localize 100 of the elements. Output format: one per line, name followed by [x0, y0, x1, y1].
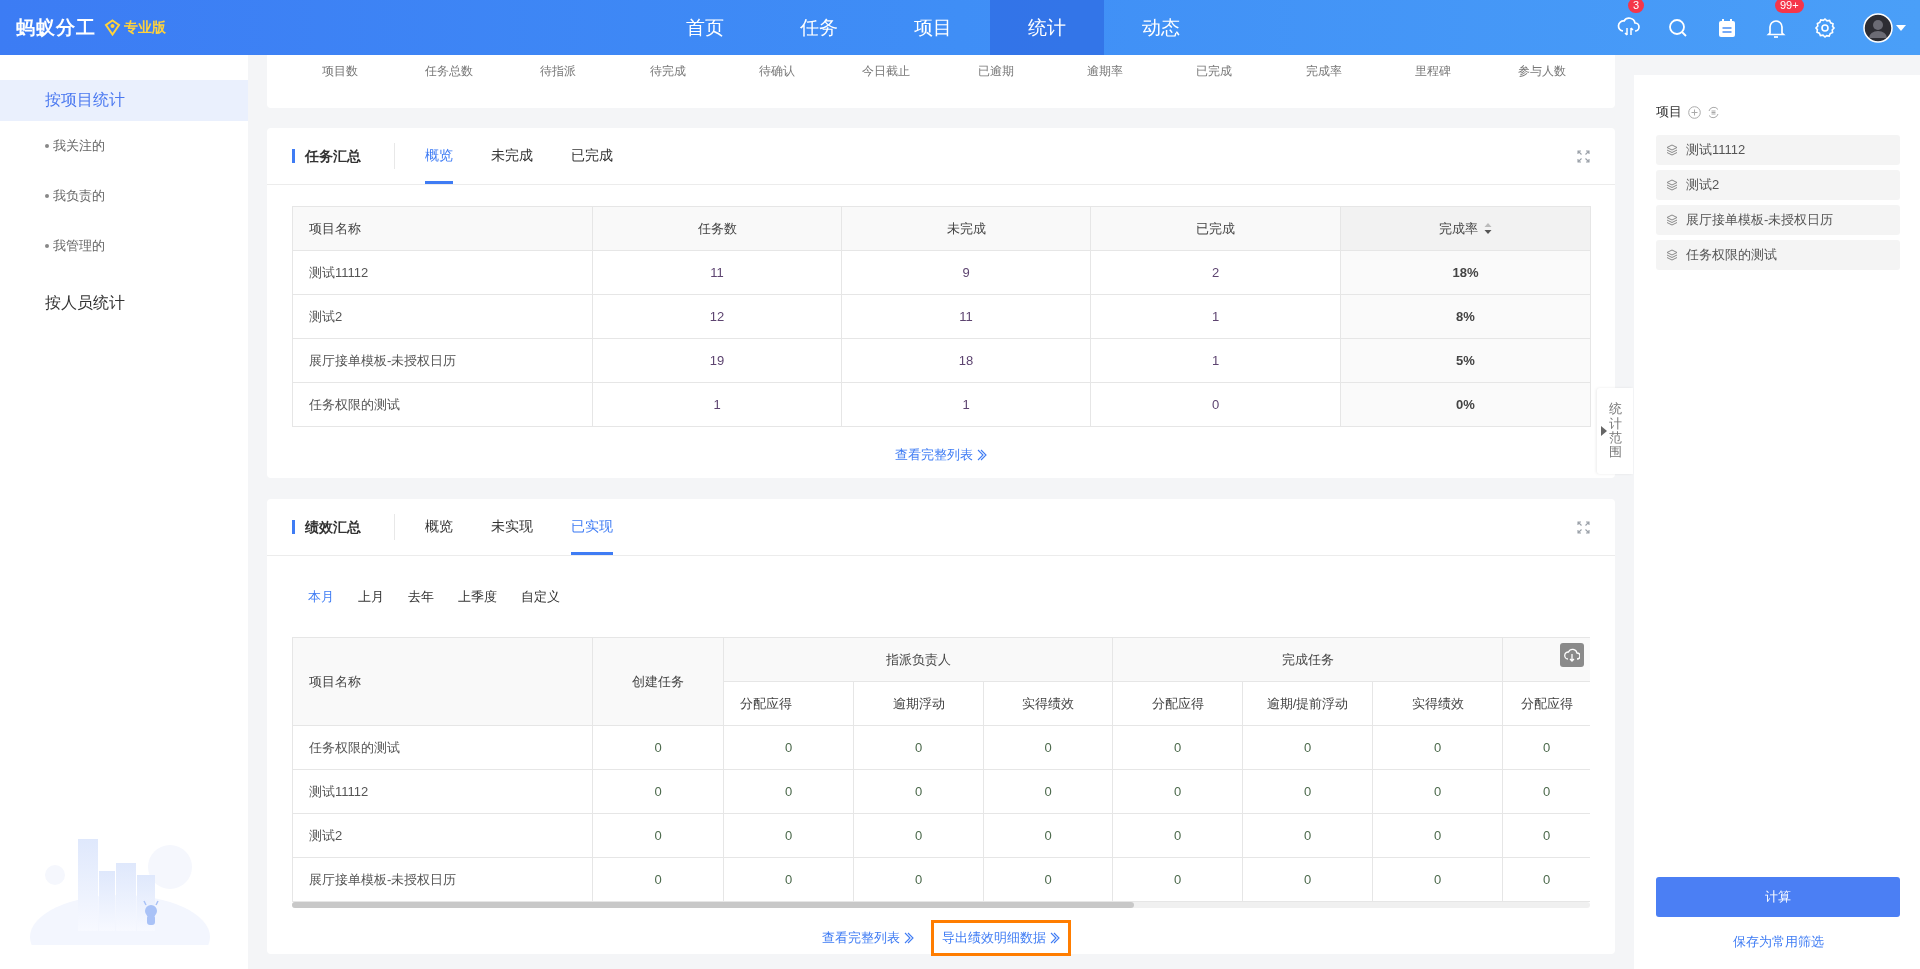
column-header: 任务数 [697, 219, 737, 238]
table-cell: 11 [710, 265, 724, 280]
tab[interactable]: 未完成 [491, 128, 533, 184]
column-header: 项目名称 [309, 673, 361, 689]
cloud-download-icon [1564, 648, 1580, 662]
scope-toggle[interactable]: 统计范围 [1597, 388, 1633, 474]
count-badge: 3 [1628, 0, 1645, 13]
table-cell: 0 [1433, 872, 1442, 887]
caret-icon[interactable] [1896, 24, 1906, 31]
table-cell: 1 [1211, 309, 1220, 324]
sort-icon[interactable] [1484, 223, 1492, 234]
sidebar-subitem[interactable]: 我关注的 [53, 137, 105, 155]
view-full-list-link[interactable]: 查看完整列表 [884, 437, 998, 473]
table-cell: 0 [1173, 828, 1182, 843]
tab[interactable]: 未实现 [491, 499, 533, 555]
stat-label: 已完成 [1196, 64, 1233, 78]
tab[interactable]: 已完成 [571, 128, 613, 184]
avatar[interactable] [1863, 12, 1893, 43]
nav-tab[interactable]: 动态 [1104, 0, 1218, 55]
sidebar-subitem[interactable]: 我负责的 [53, 187, 105, 205]
layers-icon [1666, 179, 1678, 191]
project-item[interactable]: 测试2 [1656, 170, 1900, 200]
project-item[interactable]: 任务权限的测试 [1656, 240, 1900, 270]
table-cell: 1 [962, 397, 970, 412]
table-cell: 0 [1303, 740, 1312, 755]
table-cell: 测试11112 [309, 264, 369, 280]
stat-label: 完成率 [1305, 64, 1342, 78]
period-filter[interactable]: 去年 [408, 581, 434, 612]
table-cell: 0 [914, 828, 923, 843]
nav-tab[interactable]: 首页 [648, 0, 762, 55]
column-header: 完成率 [1439, 219, 1478, 238]
table-cell: 5% [1456, 353, 1475, 368]
table-cell: 0 [654, 828, 662, 843]
table-cell: 0 [1044, 872, 1052, 887]
table-cell: 测试11112 [309, 783, 369, 799]
table-cell: 1 [713, 397, 721, 412]
table-cell: 0 [1044, 740, 1052, 755]
nav-tab[interactable]: 任务 [762, 0, 876, 55]
scrollbar[interactable] [292, 902, 1134, 908]
sidebar-subitem[interactable]: 我管理的 [53, 237, 105, 255]
expand-icon[interactable] [1577, 149, 1590, 163]
column-header: 分配应得 [1151, 695, 1204, 711]
column-header: 创建任务 [632, 673, 684, 689]
nav-tab[interactable]: 统计 [990, 0, 1104, 55]
table-cell: 11 [959, 309, 973, 324]
period-filter[interactable]: 上月 [358, 581, 384, 612]
table-cell: 展厅接单模板-未授权日历 [309, 352, 457, 368]
double-chevron-icon [904, 932, 914, 944]
table-cell: 任务权限的测试 [309, 739, 400, 755]
table-cell: 0 [1303, 828, 1312, 843]
table-cell: 0 [1433, 828, 1442, 843]
download-button[interactable] [1560, 643, 1584, 667]
stat-label: 项目数 [321, 64, 358, 78]
table-cell: 0 [654, 784, 662, 799]
table-cell: 测试2 [309, 827, 343, 843]
settings-icon[interactable] [1813, 15, 1837, 40]
stat-label: 待指派 [540, 64, 577, 78]
table-cell: 展厅接单模板-未授权日历 [309, 871, 457, 887]
table-cell: 0 [1044, 828, 1052, 843]
stat-label: 今日截止 [862, 64, 911, 78]
column-header: 项目名称 [309, 219, 361, 238]
table-cell: 0 [1433, 740, 1442, 755]
tab[interactable]: 概览 [425, 499, 453, 555]
tab[interactable]: 概览 [425, 128, 453, 184]
period-filter[interactable]: 自定义 [521, 581, 560, 612]
column-header: 已完成 [1196, 219, 1235, 238]
export-data-link[interactable]: 导出绩效明细数据 [931, 920, 1071, 956]
stat-label: 逾期率 [1086, 64, 1123, 78]
calculate-button[interactable]: 计算 [1656, 877, 1900, 917]
column-header: 逾期/提前浮动 [1266, 695, 1349, 711]
project-item[interactable]: 测试11112 [1656, 135, 1900, 165]
column-group-header: 完成任务 [1281, 651, 1334, 667]
table-cell: 0 [654, 872, 662, 887]
table-cell: 19 [709, 353, 725, 368]
sidebar-item[interactable]: 按项目统计 [0, 80, 248, 121]
tab[interactable]: 已实现 [571, 499, 613, 555]
period-filter[interactable]: 本月 [308, 581, 334, 612]
refresh-icon[interactable] [1707, 105, 1720, 119]
sidebar-item[interactable]: 按人员统计 [0, 275, 248, 331]
stat-label: 参与人数 [1518, 64, 1567, 78]
nav-tab[interactable]: 项目 [876, 0, 990, 55]
table-cell: 0 [1211, 397, 1220, 412]
table-cell: 0 [654, 740, 662, 755]
column-header: 实得绩效 [1022, 695, 1074, 711]
table-cell: 0 [1173, 872, 1182, 887]
table-cell: 1 [1211, 353, 1220, 368]
view-full-list-link[interactable]: 查看完整列表 [811, 920, 925, 956]
save-filter-link[interactable]: 保存为常用筛选 [1732, 933, 1824, 951]
table-cell: 0 [1542, 828, 1551, 843]
column-group-header: 指派负责人 [885, 651, 951, 667]
expand-icon[interactable] [1577, 520, 1590, 534]
layers-icon [1666, 144, 1678, 156]
table-cell: 任务权限的测试 [309, 396, 400, 412]
table-cell: 0 [784, 784, 793, 799]
project-item[interactable]: 展厅接单模板-未授权日历 [1656, 205, 1900, 235]
table-cell: 0 [1044, 784, 1052, 799]
table-cell: 0 [914, 740, 923, 755]
add-icon[interactable] [1688, 105, 1701, 119]
table-cell: 测试2 [309, 308, 343, 324]
period-filter[interactable]: 上季度 [458, 581, 497, 612]
